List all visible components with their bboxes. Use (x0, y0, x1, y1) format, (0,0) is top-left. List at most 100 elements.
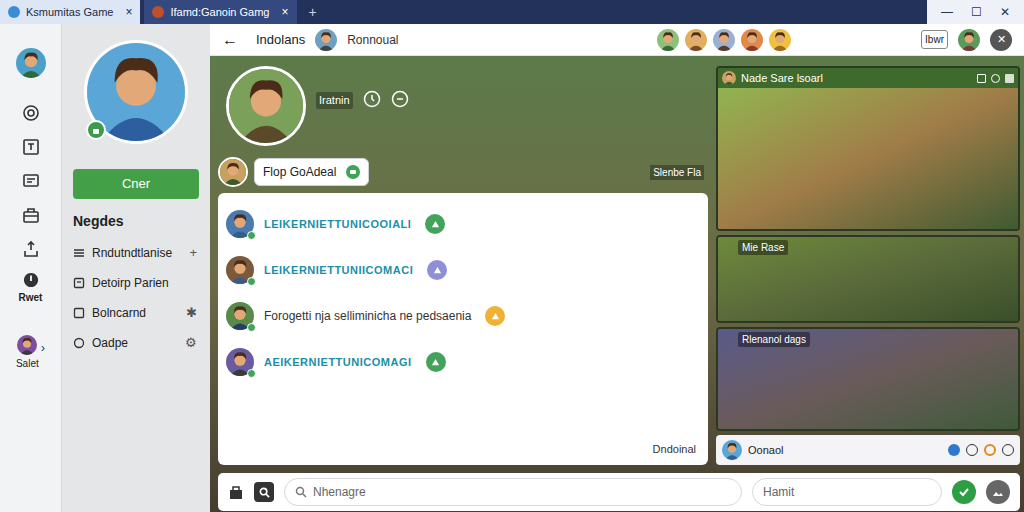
chat-footer: Dndoinal (653, 441, 700, 458)
message-text: LEIKERNIETTUNICOOIALI (264, 216, 411, 233)
stream-title: Mie Rase (738, 240, 788, 255)
chat-panel: LEIKERNIETTUNICOOIALI LEIKERNIETTUNIICOMA… (218, 193, 708, 465)
sidebar-item-label: Bolncarnd (92, 304, 179, 322)
avatar-icon (315, 29, 337, 51)
presence-dot (247, 231, 256, 240)
target-icon[interactable] (22, 104, 40, 122)
back-button[interactable]: ← (222, 28, 238, 52)
sidebar-item-label: Rndutndtlanise (92, 244, 182, 262)
chat-message[interactable]: AEIKERNIETTUNICOMAGI (226, 339, 700, 385)
chat-title: Indolans (256, 30, 305, 50)
search-button[interactable] (254, 482, 274, 502)
member-avatars (657, 29, 791, 51)
window-control-button[interactable]: ✕ (1000, 3, 1010, 21)
chat-user: Ronnoual (347, 31, 398, 49)
board-icon[interactable] (22, 138, 40, 156)
status-icon[interactable] (425, 214, 445, 234)
chat-message[interactable]: LEIKERNIETTUNIICOMACI (226, 247, 700, 293)
status-icon[interactable] (485, 306, 505, 326)
section-title: Negdes (73, 211, 199, 232)
profile-button[interactable]: Cner (73, 169, 199, 199)
chat-message[interactable]: LEIKERNIETTUNICOOIALI (226, 201, 700, 247)
bag-icon[interactable] (22, 206, 40, 224)
status-icon[interactable] (427, 260, 447, 280)
tab-close-button[interactable]: × (125, 3, 132, 21)
search-field[interactable] (284, 478, 742, 506)
icon-rail: Rwet Salet › (0, 24, 62, 512)
check-icon (958, 486, 970, 498)
close-button[interactable]: ✕ (990, 29, 1012, 51)
gallery-button[interactable] (986, 480, 1010, 504)
item-action-button[interactable]: ⚙ (185, 333, 199, 353)
search-input[interactable] (313, 483, 731, 501)
stream-view[interactable]: Rlenanol dags (718, 329, 1018, 429)
section-list: Rndutndtlanise + Detoirp Parien Bolncarnd ✱ O… (73, 238, 199, 358)
window-control-button[interactable]: ☐ (971, 3, 982, 21)
status-badge[interactable]: Ibwr (921, 30, 948, 49)
stream-panel: Nade Sare lsoarl (716, 66, 1020, 231)
popout-icon[interactable] (1005, 74, 1014, 83)
avatar-icon (741, 29, 763, 51)
send-button[interactable] (952, 480, 976, 504)
toggle-icon[interactable] (1002, 444, 1014, 456)
status-icon[interactable] (426, 352, 446, 372)
message-text: AEIKERNIETTUNICOMAGI (264, 354, 412, 371)
avatar-icon (226, 66, 306, 146)
reload-icon[interactable] (984, 444, 996, 456)
timer-icon[interactable] (363, 90, 381, 108)
document-icon (73, 277, 85, 289)
drop-icon[interactable] (948, 444, 960, 456)
avatar-icon (713, 29, 735, 51)
list-icon (73, 247, 85, 259)
quest-pill[interactable]: Flop GoAdeal (254, 158, 369, 186)
online-badge (86, 120, 106, 140)
stream-view[interactable]: Mie Rase (718, 237, 1018, 321)
chevron-icon: › (41, 338, 45, 358)
stream-footer[interactable]: Oonaol (716, 435, 1020, 465)
lock-icon (92, 126, 100, 134)
sidebar-item-label: Oadpe (92, 334, 178, 352)
scene-caption: Slenbe Fla (650, 165, 704, 180)
game-scene: Iratnin Flop GoAdeal Slenbe (210, 56, 1024, 512)
settings-icon[interactable] (991, 74, 1000, 83)
timer-icon[interactable] (966, 444, 978, 456)
sidebar-item-label: Detoirp Parien (92, 274, 199, 292)
avatar-icon (218, 157, 248, 187)
stream-panel: Mie Rase (716, 235, 1020, 323)
tab-bar: Ksmumitas Game × Ifamd:Ganoin Gamg × + — ☐ ✕ (0, 0, 1024, 24)
expand-icon[interactable] (977, 74, 986, 83)
browser-tab[interactable]: Ksmumitas Game × (0, 0, 140, 24)
sidebar-item[interactable]: Rndutndtlanise + (73, 238, 199, 268)
sidebar-item[interactable]: Oadpe ⚙ (73, 328, 199, 358)
power-icon (23, 272, 39, 288)
player-name: Iratnin (316, 92, 353, 109)
avatar-icon (685, 29, 707, 51)
player-row: Iratnin (218, 66, 708, 146)
stream-view[interactable] (718, 88, 1018, 229)
message-input[interactable] (752, 478, 942, 506)
clock-icon[interactable] (391, 90, 409, 108)
tray-icon[interactable] (22, 240, 40, 258)
rail-item[interactable]: Rwet (19, 272, 43, 305)
bag-icon[interactable] (228, 484, 244, 500)
item-action-button[interactable]: ✱ (186, 303, 199, 323)
composer (218, 473, 1020, 511)
item-action-button[interactable]: + (189, 243, 199, 263)
tab-label: Ksmumitas Game (26, 4, 113, 21)
window-control-button[interactable]: — (941, 3, 953, 21)
stream-panel: Rlenanol dags (716, 327, 1020, 431)
box-icon (73, 307, 85, 319)
sidebar-item[interactable]: Bolncarnd ✱ (73, 298, 199, 328)
new-tab-button[interactable]: + (297, 0, 329, 24)
screen-icon[interactable] (22, 172, 40, 190)
avatar-icon (16, 48, 46, 78)
rail-label: Rwet (19, 290, 43, 305)
tab-close-button[interactable]: × (282, 3, 289, 21)
tab-label: Ifamd:Ganoin Gamg (170, 4, 269, 21)
browser-tab[interactable]: Ifamd:Ganoin Gamg × (144, 0, 296, 24)
avatar-icon (722, 71, 736, 85)
tab-strip: Ksmumitas Game × Ifamd:Ganoin Gamg × (0, 0, 297, 24)
rail-item[interactable]: Salet › (16, 335, 45, 371)
sidebar-item[interactable]: Detoirp Parien (73, 268, 199, 298)
chat-message[interactable]: Forogetti nja selliminicha ne pedsaenia (226, 293, 700, 339)
